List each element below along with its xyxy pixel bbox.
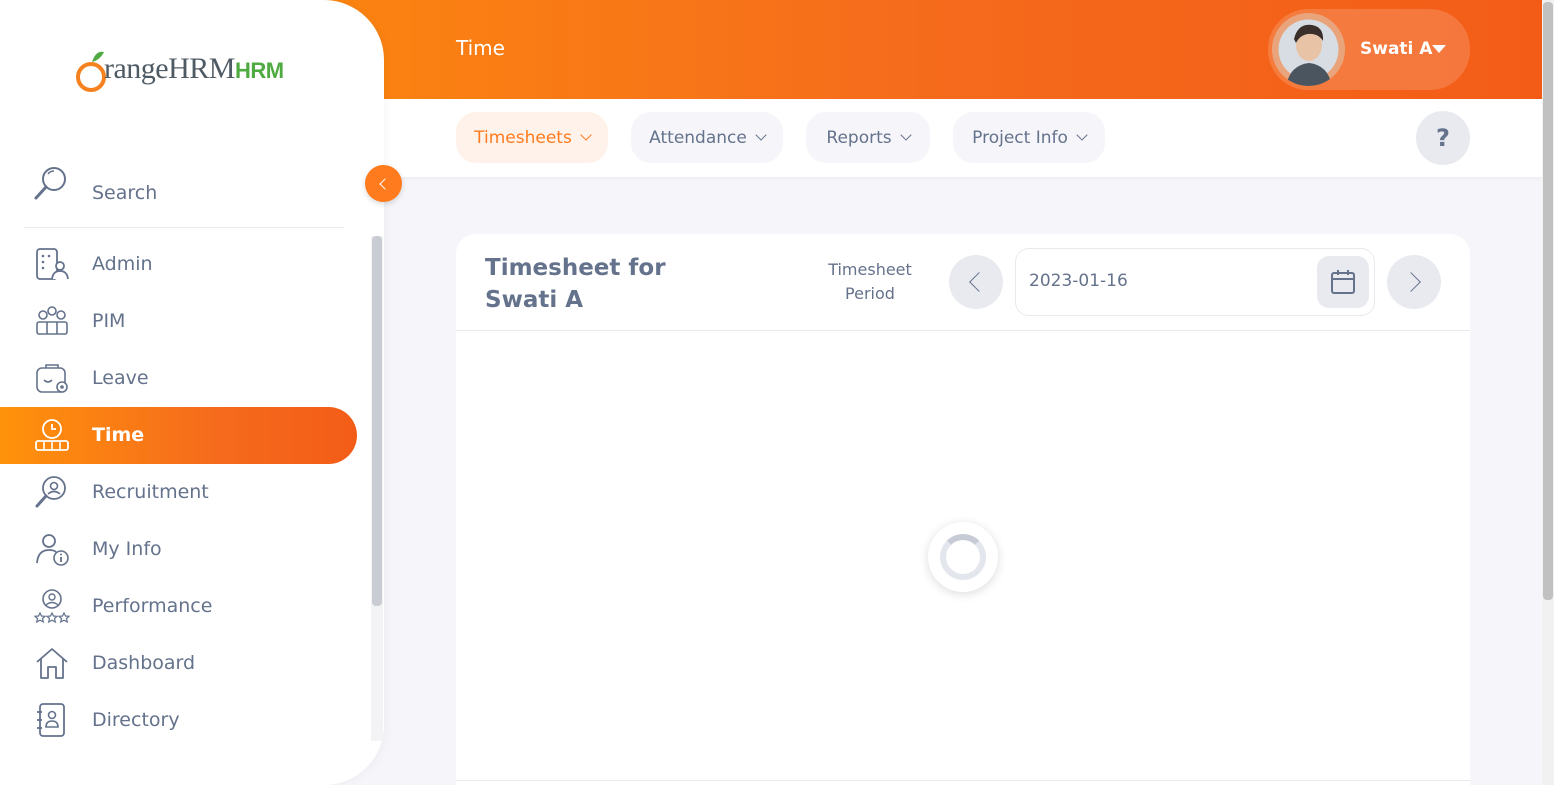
sidebar-item-recruitment[interactable]: Recruitment (0, 464, 370, 521)
admin-icon (36, 248, 69, 280)
timesheet-header: Timesheet for Swati A Timesheet Period 2… (456, 234, 1470, 331)
date-value: 2023-01-16 (1029, 271, 1128, 291)
chevron-down-icon (899, 129, 912, 141)
chevron-down-icon (755, 129, 767, 141)
performance-icon (34, 589, 70, 624)
pim-icon (36, 306, 68, 335)
calendar-button[interactable] (1317, 256, 1369, 308)
sidebar-item-admin[interactable]: Admin (0, 236, 370, 293)
time-top-menu: Timesheets Attendance Reports Project In… (384, 99, 1542, 177)
search-icon (34, 167, 66, 200)
main-menu: Admin PIM Leave Time Recruitment My Info… (0, 236, 370, 749)
sidebar-item-leave[interactable]: Leave (0, 350, 370, 407)
chevron-left-icon (969, 272, 989, 292)
time-icon (35, 419, 69, 451)
sidebar: rangeHRMHRM Search Admin PIM Leave Time … (0, 0, 384, 785)
sidebar-item-time[interactable]: Time (0, 407, 357, 464)
sidebar-scrollbar-thumb[interactable] (372, 236, 382, 606)
sidebar-item-performance[interactable]: Performance (0, 578, 370, 635)
timesheet-card: Timesheet for Swati A Timesheet Period 2… (456, 234, 1470, 785)
next-period-button[interactable] (1387, 255, 1441, 309)
chevron-right-icon (1401, 272, 1421, 292)
loading-spinner (928, 522, 998, 592)
orangehrm-logo[interactable]: rangeHRMHRM (74, 48, 284, 98)
page-title: Time (456, 36, 505, 60)
search-label: Search (92, 182, 158, 204)
calendar-icon (1331, 270, 1355, 294)
sidebar-item-dashboard[interactable]: Dashboard (0, 635, 370, 692)
card-divider (456, 780, 1470, 781)
chevron-down-icon (580, 129, 592, 141)
caret-down-icon (1432, 45, 1446, 53)
sidebar-item-my-info[interactable]: My Info (0, 521, 370, 578)
tab-timesheets[interactable]: Timesheets (456, 112, 608, 163)
leave-icon (36, 364, 68, 393)
logo-text: rangeHRMHRM (104, 52, 284, 85)
help-button[interactable]: ? (1416, 111, 1470, 165)
user-name: Swati A (1360, 39, 1433, 59)
tab-reports[interactable]: Reports (806, 112, 930, 163)
user-avatar (1272, 13, 1345, 86)
sidebar-item-pim[interactable]: PIM (0, 293, 370, 350)
sidebar-search[interactable]: Search (24, 158, 344, 228)
tab-project-info[interactable]: Project Info (953, 112, 1105, 163)
page-scrollbar-thumb[interactable] (1543, 2, 1553, 600)
recruitment-icon (35, 476, 66, 508)
directory-icon (37, 703, 65, 737)
my-info-icon (36, 534, 69, 566)
sidebar-item-directory[interactable]: Directory (0, 692, 370, 749)
spinner-icon (940, 534, 986, 580)
timesheet-period-label: Timesheet Period (828, 260, 912, 303)
sidebar-collapse-button[interactable] (365, 165, 402, 202)
timesheet-title: Timesheet for Swati A (485, 255, 666, 313)
dashboard-icon (36, 648, 68, 679)
previous-period-button[interactable] (949, 255, 1003, 309)
chevron-down-icon (1076, 129, 1088, 141)
user-dropdown[interactable]: Swati A (1268, 9, 1470, 90)
tab-attendance[interactable]: Attendance (631, 112, 783, 163)
timesheet-date-input[interactable]: 2023-01-16 (1015, 248, 1375, 316)
chevron-left-icon (379, 177, 391, 190)
